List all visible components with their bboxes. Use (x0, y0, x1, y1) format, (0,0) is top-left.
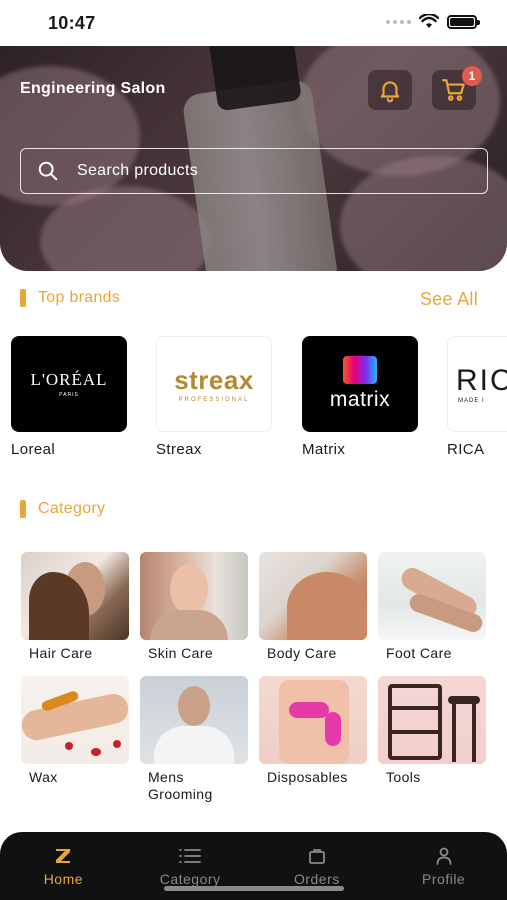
status-bar: 10:47 (0, 0, 507, 46)
nav-label: Category (159, 871, 221, 887)
list-icon (179, 846, 202, 866)
search-icon (38, 161, 58, 181)
brand-name: Loreal (11, 441, 56, 458)
hair-care-image (21, 552, 129, 640)
cart-button[interactable]: 1 (432, 66, 482, 110)
brand-logo-matrix: matrix (302, 336, 418, 432)
search-bar[interactable] (20, 148, 488, 194)
cart-count-badge: 1 (462, 66, 482, 86)
section-accent-bar (20, 289, 26, 307)
home-z-icon (54, 846, 72, 866)
wax-image (21, 676, 129, 764)
brand-name: RICA (447, 441, 485, 458)
brands-carousel[interactable]: L'ORÉAL PARIS Loreal streax PROFESSIONAL… (11, 336, 507, 466)
notifications-button[interactable] (368, 70, 412, 110)
brand-logo-rica: RIC MADE I (447, 336, 507, 432)
nav-label: Home (43, 871, 84, 887)
brand-logo-loreal: L'ORÉAL PARIS (11, 336, 127, 432)
search-input[interactable] (77, 162, 457, 180)
section-accent-bar (20, 500, 26, 518)
category-label: Mens Grooming (148, 769, 213, 802)
category-item-foot-care[interactable]: Foot Care (378, 552, 486, 662)
category-label: Body Care (267, 645, 337, 661)
category-label: Hair Care (29, 645, 93, 661)
disposables-image (259, 676, 367, 764)
category-item-mens-grooming[interactable]: Mens Grooming (140, 676, 248, 803)
bell-icon (380, 81, 400, 103)
category-item-tools[interactable]: Tools (378, 676, 486, 786)
bag-icon (308, 846, 326, 866)
category-label: Foot Care (386, 645, 452, 661)
skin-care-image (140, 552, 248, 640)
category-item-wax[interactable]: Wax (21, 676, 129, 786)
brand-item-streax[interactable]: streax PROFESSIONAL Streax (156, 336, 272, 458)
nav-tab-home[interactable]: Home (0, 832, 127, 900)
wifi-icon (419, 14, 439, 28)
nav-label: Orders (293, 871, 340, 887)
brand-item-loreal[interactable]: L'ORÉAL PARIS Loreal (11, 336, 127, 458)
category-item-disposables[interactable]: Disposables (259, 676, 367, 786)
see-all-brands-link[interactable]: See All (420, 289, 478, 310)
category-label: Skin Care (148, 645, 214, 661)
category-item-skin-care[interactable]: Skin Care (140, 552, 248, 662)
battery-icon (447, 14, 480, 29)
brand-name: Matrix (302, 441, 346, 458)
category-item-hair-care[interactable]: Hair Care (21, 552, 129, 662)
category-label: Disposables (267, 769, 348, 785)
category-item-body-care[interactable]: Body Care (259, 552, 367, 662)
foot-care-image (378, 552, 486, 640)
category-title: Category (38, 500, 106, 517)
status-time: 10:47 (48, 13, 96, 33)
mens-grooming-image (140, 676, 248, 764)
category-label: Wax (29, 769, 58, 785)
category-header: Category (20, 500, 105, 518)
tools-image (378, 676, 486, 764)
brand-item-matrix[interactable]: matrix Matrix (302, 336, 418, 458)
top-brands-header: Top brands (20, 289, 120, 307)
matrix-logo-icon (343, 356, 377, 384)
category-label: Tools (386, 769, 421, 785)
hero-header: Engineering Salon 1 (0, 46, 507, 271)
brand-name: Streax (156, 441, 202, 458)
signal-icon (386, 19, 411, 24)
brand-item-rica[interactable]: RIC MADE I RICA (447, 336, 507, 458)
status-indicators (386, 14, 480, 29)
body-care-image (259, 552, 367, 640)
nav-label: Profile (422, 871, 466, 887)
home-indicator (164, 886, 344, 891)
app-title: Engineering Salon (20, 80, 166, 97)
top-brands-title: Top brands (38, 289, 121, 306)
person-icon (435, 846, 453, 866)
nav-tab-profile[interactable]: Profile (380, 832, 507, 900)
brand-logo-streax: streax PROFESSIONAL (156, 336, 272, 432)
